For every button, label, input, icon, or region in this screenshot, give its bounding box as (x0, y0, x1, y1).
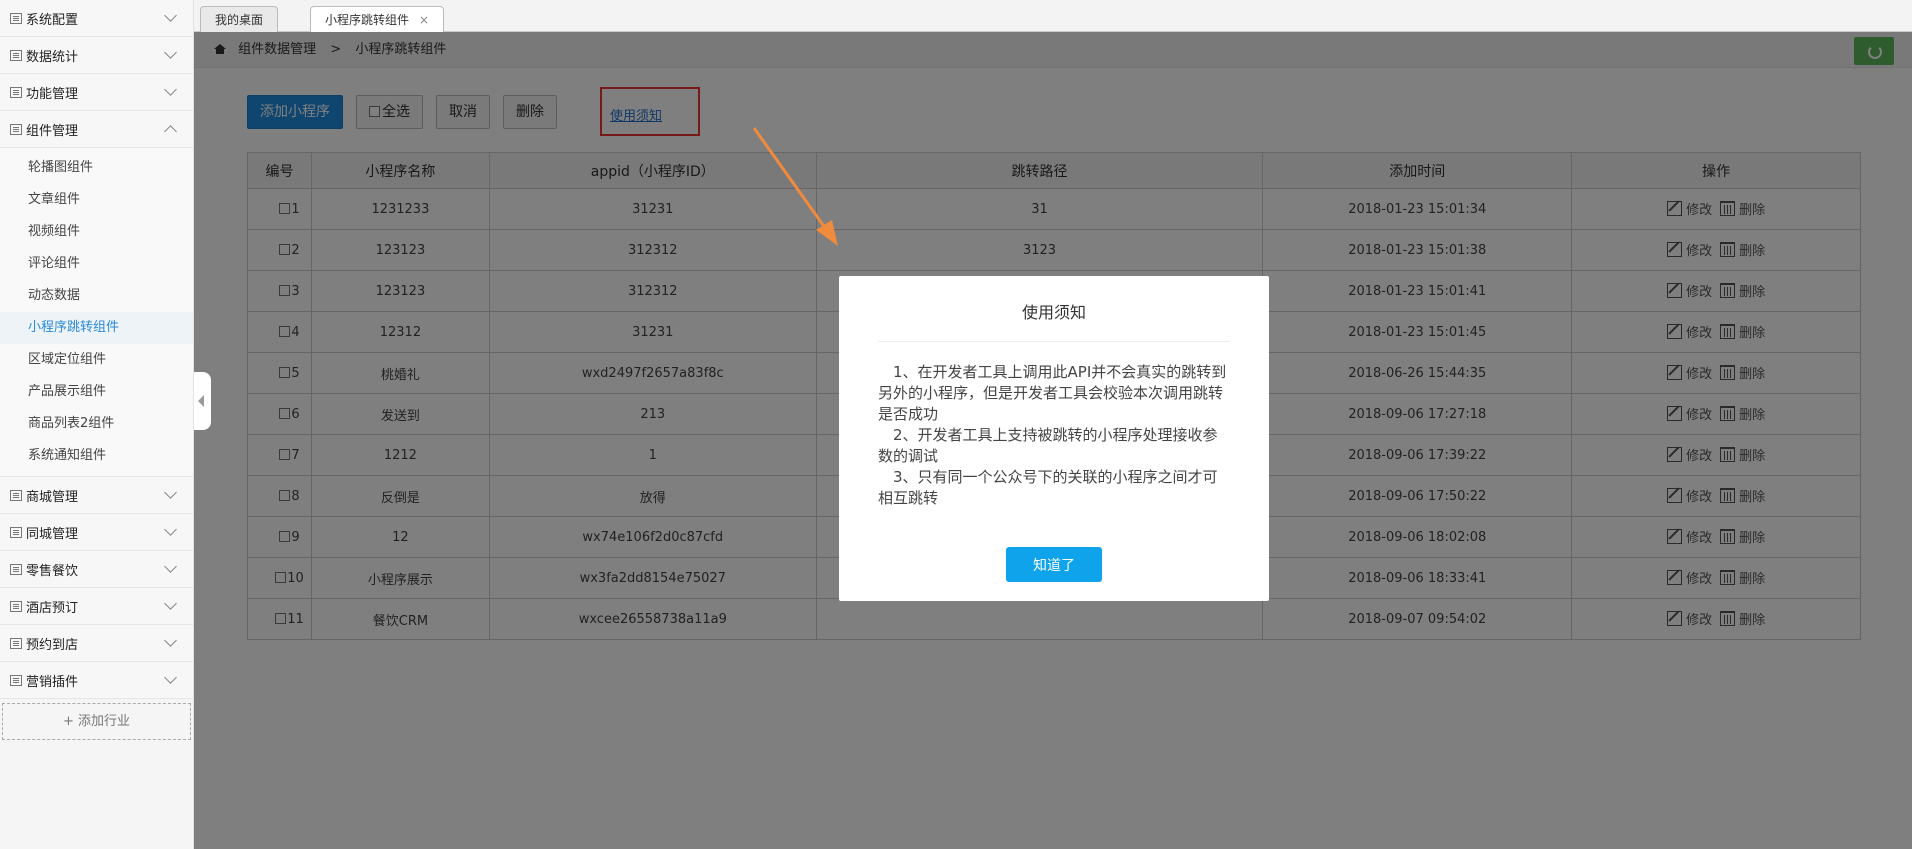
tab-bar: 我的桌面 小程序跳转组件 × (194, 0, 1912, 32)
dialog-body: 1、在开发者工具上调用此API并不会真实的跳转到另外的小程序，但是开发者工具会校… (839, 342, 1269, 509)
chevron-down-icon (164, 83, 177, 96)
menu-label: 商城管理 (26, 489, 79, 505)
menu-label: 营销插件 (26, 674, 79, 690)
sidebar: 系统配置数据统计功能管理组件管理轮播图组件 文章组件 视频组件 评论组件 动态数据 小程序… (0, 0, 194, 849)
menu-label: 数据统计 (26, 49, 79, 65)
chevron-down-icon (164, 46, 177, 59)
menu-label: 功能管理 (26, 86, 79, 102)
tab-label: 我的桌面 (215, 13, 264, 27)
sidebar-item-bottom-5[interactable]: 营销插件 (0, 662, 193, 699)
menu-label: 系统配置 (26, 12, 79, 28)
chevron-down-icon (164, 523, 177, 536)
submenu-item-4[interactable]: 动态数据 (0, 280, 193, 312)
close-icon[interactable]: × (419, 13, 429, 27)
chevron-up-icon (164, 125, 177, 138)
menu-icon (10, 600, 22, 612)
sidebar-item-bottom-3[interactable]: 酒店预订 (0, 588, 193, 625)
submenu-item-7[interactable]: 产品展示组件 (0, 376, 193, 408)
components-submenu: 轮播图组件 文章组件 视频组件 评论组件 动态数据 小程序跳转组件 区域定位组件 产品展示组件… (0, 148, 193, 477)
sidebar-collapse-handle[interactable] (194, 372, 211, 430)
submenu-item-3[interactable]: 评论组件 (0, 248, 193, 280)
usage-notice-dialog: 使用须知 1、在开发者工具上调用此API并不会真实的跳转到另外的小程序，但是开发… (839, 276, 1269, 601)
menu-icon (10, 123, 22, 135)
submenu-item-9[interactable]: 系统通知组件 (0, 440, 193, 472)
menu-icon (10, 637, 22, 649)
chevron-down-icon (164, 634, 177, 647)
notice-line-2: 2、开发者工具上支持被跳转的小程序处理接收参数的调试 (878, 426, 1218, 465)
sidebar-item-bottom-2[interactable]: 零售餐饮 (0, 551, 193, 588)
chevron-down-icon (164, 560, 177, 573)
notice-line-1: 1、在开发者工具上调用此API并不会真实的跳转到另外的小程序，但是开发者工具会校… (878, 363, 1227, 423)
tab-label: 小程序跳转组件 (325, 13, 410, 27)
menu-label: 酒店预订 (26, 600, 79, 616)
notice-line-3: 3、只有同一个公众号下的关联的小程序之间才可相互跳转 (878, 468, 1218, 507)
menu-label: 预约到店 (26, 637, 79, 653)
sidebar-item-bottom-0[interactable]: 商城管理 (0, 477, 193, 514)
submenu-item-6[interactable]: 区域定位组件 (0, 344, 193, 376)
menu-icon (10, 49, 22, 61)
submenu-item-8[interactable]: 商品列表2组件 (0, 408, 193, 440)
dialog-title: 使用须知 (1021, 303, 1086, 322)
sidebar-item-bottom-4[interactable]: 预约到店 (0, 625, 193, 662)
menu-label: 零售餐饮 (26, 563, 79, 579)
sidebar-item-components[interactable]: 组件管理 (0, 111, 193, 148)
menu-icon (10, 12, 22, 24)
chevron-down-icon (164, 9, 177, 22)
chevron-down-icon (164, 597, 177, 610)
chevron-down-icon (164, 486, 177, 499)
menu-icon (10, 489, 22, 501)
sidebar-item-top-2[interactable]: 功能管理 (0, 74, 193, 111)
menu-icon (10, 526, 22, 538)
sidebar-item-top-0[interactable]: 系统配置 (0, 0, 193, 37)
tab-miniprogram-jump[interactable]: 小程序跳转组件 × (310, 6, 445, 32)
menu-icon (10, 563, 22, 575)
dialog-ok-button[interactable]: 知道了 (1006, 547, 1102, 582)
add-industry-button[interactable]: + 添加行业 (2, 703, 191, 740)
menu-icon (10, 86, 22, 98)
submenu-item-1[interactable]: 文章组件 (0, 184, 193, 216)
submenu-item-2[interactable]: 视频组件 (0, 216, 193, 248)
submenu-item-5[interactable]: 小程序跳转组件 (0, 312, 193, 344)
sidebar-item-top-1[interactable]: 数据统计 (0, 37, 193, 74)
menu-icon (10, 674, 22, 686)
tab-desktop[interactable]: 我的桌面 (200, 6, 279, 32)
menu-label: 同城管理 (26, 526, 79, 542)
sidebar-item-bottom-1[interactable]: 同城管理 (0, 514, 193, 551)
menu-label: 组件管理 (26, 123, 79, 139)
submenu-item-0[interactable]: 轮播图组件 (0, 152, 193, 184)
chevron-down-icon (164, 671, 177, 684)
